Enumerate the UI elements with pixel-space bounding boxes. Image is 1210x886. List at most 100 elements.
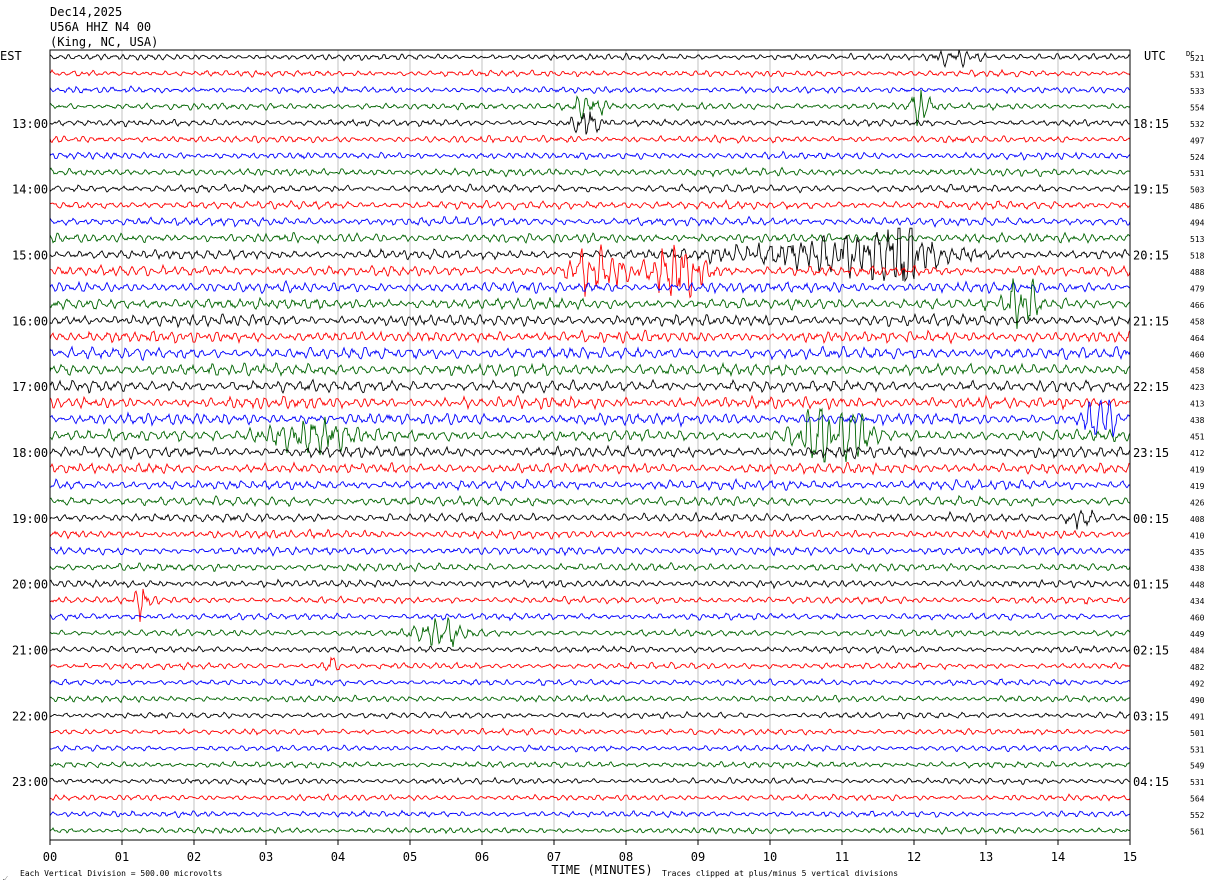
seismic-trace <box>49 85 1131 95</box>
dc-offset-label: 460 <box>1190 350 1205 359</box>
seismic-trace <box>49 49 1131 69</box>
seismic-trace <box>49 578 1131 590</box>
seismic-trace <box>49 826 1131 835</box>
seismic-trace <box>49 710 1131 720</box>
dc-offset-label: 448 <box>1190 581 1205 590</box>
x-tick-label: 08 <box>619 850 633 864</box>
seismic-trace <box>49 231 1131 245</box>
est-hour-label: 20:00 <box>12 578 48 592</box>
x-tick-label: 00 <box>43 850 57 864</box>
svg-text:.⁄: .⁄ <box>2 875 9 882</box>
dc-offset-label: 554 <box>1190 103 1205 112</box>
dc-offset-label: 491 <box>1190 712 1205 721</box>
x-tick-label: 01 <box>115 850 129 864</box>
est-hour-label: 15:00 <box>12 249 48 263</box>
dc-offset-label: 482 <box>1190 663 1205 672</box>
dc-offset-label: 564 <box>1190 795 1205 804</box>
est-hour-label: 13:00 <box>12 117 48 131</box>
utc-hour-label: 23:15 <box>1133 446 1169 460</box>
utc-hour-label: 22:15 <box>1133 380 1169 394</box>
vertical-gridlines <box>121 50 1059 840</box>
seismic-trace <box>49 617 1131 647</box>
seismic-trace <box>49 394 1131 411</box>
dc-offset-label: 492 <box>1190 679 1205 688</box>
seismic-trace <box>49 345 1131 362</box>
dc-offset-label: 531 <box>1190 70 1205 79</box>
dc-offset-label: 501 <box>1190 729 1205 738</box>
dc-offset-label: 419 <box>1190 482 1205 491</box>
seismic-trace <box>49 509 1131 530</box>
dc-offset-label: 423 <box>1190 383 1205 392</box>
dc-offset-label: 494 <box>1190 219 1205 228</box>
division-note: Each Vertical Division = 500.00 microvol… <box>20 869 222 878</box>
utc-hour-label: 21:15 <box>1133 314 1169 328</box>
dc-offset-label: 503 <box>1190 186 1205 195</box>
dc-offset-label: 497 <box>1190 136 1205 145</box>
utc-axis-label: UTC <box>1144 49 1166 63</box>
seismic-trace <box>49 329 1131 345</box>
est-hour-label: 17:00 <box>12 380 48 394</box>
x-tick-label: 13 <box>979 850 993 864</box>
dc-offset-label: 426 <box>1190 498 1205 507</box>
dc-offset-label: 531 <box>1190 745 1205 754</box>
dc-offset-label: 408 <box>1190 515 1205 524</box>
seismic-trace <box>49 478 1131 492</box>
dc-offset-label: 458 <box>1190 317 1205 326</box>
est-hour-label: 14:00 <box>12 183 48 197</box>
seismic-trace <box>49 561 1131 573</box>
seismic-trace <box>49 494 1131 508</box>
utc-hour-label: 03:15 <box>1133 709 1169 723</box>
dc-offset-label: 531 <box>1190 778 1205 787</box>
est-hour-label: 16:00 <box>12 314 48 328</box>
x-tick-label: 15 <box>1123 850 1137 864</box>
dc-offset-labels: 521 531 533 554 532 497 524 531 503 486 494 513 518 4… <box>1190 54 1205 837</box>
seismic-trace <box>49 378 1131 395</box>
seismic-trace <box>49 677 1131 687</box>
seismic-trace <box>49 644 1131 655</box>
dc-offset-label: 410 <box>1190 531 1205 540</box>
utc-hour-label: 04:15 <box>1133 775 1169 789</box>
seismic-trace <box>49 166 1131 178</box>
x-axis-ticks: 00 01 02 03 04 05 06 07 08 09 10 11 12 13 14 15 <box>43 840 1137 864</box>
dc-offset-label: 486 <box>1190 202 1205 211</box>
seismic-trace <box>49 111 1131 135</box>
seismic-trace <box>49 183 1131 194</box>
clip-note: Traces clipped at plus/minus 5 vertical … <box>662 869 898 878</box>
helicorder-plot: Dec14,2025 U56A HHZ N4 00 (King, NC, USA… <box>0 5 1205 882</box>
dc-offset-label: 533 <box>1190 87 1205 96</box>
dc-offset-label: 460 <box>1190 614 1205 623</box>
seismic-trace <box>49 656 1131 672</box>
est-hour-labels: 13:00 14:00 15:00 16:00 17:00 18:00 19:00 20:00… <box>12 117 48 789</box>
x-tick-label: 14 <box>1051 850 1065 864</box>
seismic-trace <box>49 444 1131 461</box>
dc-offset-label: 484 <box>1190 647 1205 656</box>
header-date: Dec14,2025 <box>50 5 122 19</box>
seismic-trace <box>49 279 1131 295</box>
seismic-trace <box>49 215 1131 228</box>
dc-offset-label: 464 <box>1190 334 1205 343</box>
seismic-trace <box>49 743 1131 753</box>
seismic-trace <box>49 528 1131 540</box>
seismic-trace <box>49 809 1131 819</box>
seismic-traces <box>49 49 1131 835</box>
dc-offset-label: 532 <box>1190 120 1205 129</box>
seismic-trace <box>49 89 1131 127</box>
utc-hour-label: 18:15 <box>1133 117 1169 131</box>
utc-hour-labels: 18:15 19:15 20:15 21:15 22:15 23:15 00:15 01:15… <box>1133 117 1169 789</box>
seismic-trace <box>49 612 1131 622</box>
dc-offset-label: 419 <box>1190 465 1205 474</box>
seismic-trace <box>49 134 1131 144</box>
seismic-trace <box>49 150 1131 161</box>
dc-offset-label: 488 <box>1190 268 1205 277</box>
dc-offset-label: 549 <box>1190 762 1205 771</box>
dc-offset-label: 412 <box>1190 449 1205 458</box>
seismic-trace <box>49 776 1131 786</box>
dc-offset-label: 513 <box>1190 235 1205 244</box>
x-tick-label: 04 <box>331 850 345 864</box>
header-location: (King, NC, USA) <box>50 35 158 49</box>
seismic-trace <box>49 545 1131 557</box>
seismic-trace <box>49 461 1131 476</box>
utc-hour-label: 02:15 <box>1133 644 1169 658</box>
est-hour-label: 19:00 <box>12 512 48 526</box>
x-tick-label: 02 <box>187 850 201 864</box>
